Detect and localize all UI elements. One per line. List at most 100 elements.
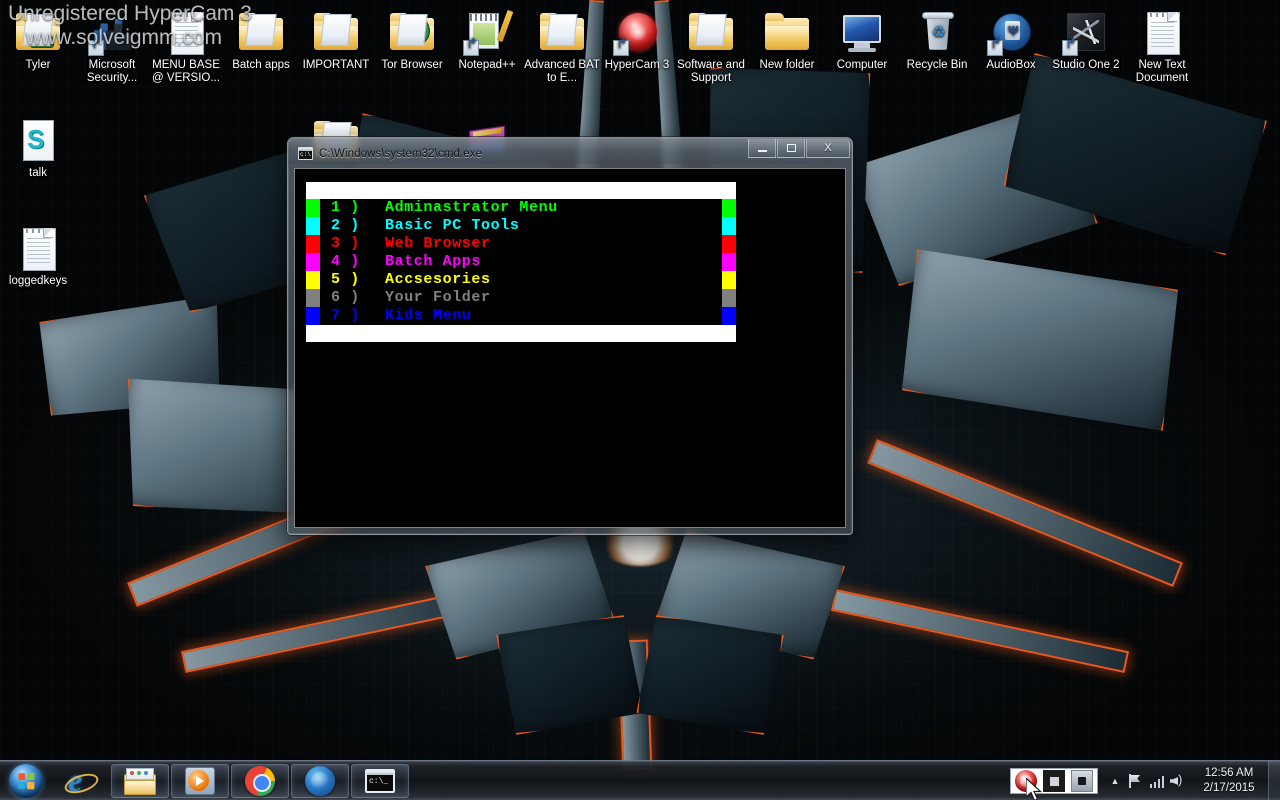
desktop-icon-advanced-bat-to-exe[interactable]: Advanced BAT to E... [524, 8, 600, 85]
icon-label: New Text Document [1135, 59, 1189, 84]
menu-item-text: 6 ) Your Folder [320, 289, 722, 307]
desktop-icon-loggedkeys[interactable]: loggedkeys [0, 224, 76, 288]
clock-time: 12:56 AM [1204, 767, 1254, 779]
menu-item-text: 5 ) Accsesories [320, 271, 722, 289]
internet-explorer-icon [65, 762, 95, 799]
icon-label: Tor Browser [381, 59, 443, 71]
desktop-icon-menu-base[interactable]: MENU BASE @ VERSIO... [148, 8, 224, 85]
taskbar[interactable]: ▲ 12:56 AM 2/17/2015 [0, 760, 1280, 800]
taskbar-item-internet-explorer[interactable] [51, 762, 109, 799]
stop-icon[interactable] [1043, 770, 1065, 792]
desktop-icon-batch-apps[interactable]: Batch apps [223, 8, 299, 72]
menu-item-color-swatch-right [722, 199, 736, 217]
menu-item-2[interactable]: 2 ) Basic PC Tools [306, 217, 736, 235]
desktop[interactable]: Unregistered HyperCam 3 www.solveigmm.co… [0, 0, 1280, 800]
desktop-icon-software-and-support[interactable]: Software and Support [673, 8, 749, 85]
icon-label: loggedkeys [8, 275, 68, 287]
menu-item-text: 1 ) Adminastrator Menu [320, 199, 722, 217]
maximize-button[interactable] [777, 139, 805, 158]
system-tray[interactable]: ▲ 12:56 AM 2/17/2015 [1010, 761, 1280, 800]
desktop-icon-tor-browser[interactable]: Tor Browser [374, 8, 450, 72]
desktop-icon-audiobox[interactable]: Ψ AudioBox [973, 8, 1049, 72]
security-shield-icon [88, 8, 136, 56]
media-player-icon [185, 766, 215, 795]
action-center-flag-icon[interactable] [1124, 769, 1146, 793]
close-button[interactable]: X [806, 139, 850, 158]
menu-item-number: 3 ) [331, 235, 360, 252]
menu-item-4[interactable]: 4 ) Batch Apps [306, 253, 736, 271]
desktop-icon-recycle-bin[interactable]: ♻ Recycle Bin [899, 8, 975, 72]
taskbar-item-google-chrome[interactable] [231, 763, 289, 798]
menu-item-label: Your Folder [385, 289, 491, 306]
cmd-app-icon [298, 147, 313, 160]
hypercam-tray-toolbar[interactable] [1010, 768, 1098, 794]
volume-icon[interactable] [1168, 769, 1190, 793]
menu-item-text: 7 ) Kids Menu [320, 307, 722, 325]
firefox-icon [305, 765, 335, 796]
icon-label: Recycle Bin [906, 59, 968, 71]
network-icon[interactable] [1146, 769, 1168, 793]
cmd-window[interactable]: C:\Windows\system32\cmd.exe X 1 ) Adminas… [287, 137, 853, 535]
menu-item-6[interactable]: 6 ) Your Folder [306, 289, 736, 307]
menu-item-label: Web Browser [385, 235, 491, 252]
menu-item-number: 5 ) [331, 271, 360, 288]
menu-item-color-swatch-left [306, 235, 320, 253]
desktop-icon-studio-one-2[interactable]: Studio One 2 [1048, 8, 1124, 72]
show-desktop-button[interactable] [1268, 761, 1280, 800]
menu-item-color-swatch-right [722, 217, 736, 235]
icon-label: Microsoft Security... [86, 59, 138, 84]
desktop-icon-important[interactable]: IMPORTANT [298, 8, 374, 72]
desktop-icon-new-folder[interactable]: New folder [749, 8, 825, 72]
menu-item-3[interactable]: 3 ) Web Browser [306, 235, 736, 253]
clock[interactable]: 12:56 AM 2/17/2015 [1190, 766, 1268, 796]
taskbar-item-firefox[interactable] [291, 763, 349, 798]
menu-item-color-swatch-right [722, 253, 736, 271]
desktop-icon-new-text-document[interactable]: New Text Document [1124, 8, 1200, 85]
clock-date: 2/17/2015 [1203, 782, 1255, 794]
taskbar-item-windows-media-player[interactable] [171, 763, 229, 798]
menu-item-text: 2 ) Basic PC Tools [320, 217, 722, 235]
window-controls[interactable]: X [748, 139, 850, 158]
icon-label: AudioBox [986, 59, 1036, 71]
desktop-icon-microsoft-security[interactable]: Microsoft Security... [74, 8, 150, 85]
menu-item-label: Adminastrator Menu [385, 199, 558, 216]
recycle-bin-icon: ♻ [913, 8, 961, 56]
menu-item-number: 6 ) [331, 289, 360, 306]
menu-item-text: 4 ) Batch Apps [320, 253, 722, 271]
console-output-area[interactable]: 1 ) Adminastrator Menu 2 ) Basic PC Tools 3 … [294, 168, 846, 528]
desktop-icon-talk[interactable]: S talk [0, 116, 76, 180]
desktop-icon-tyler[interactable]: Tyler [0, 8, 76, 72]
menu-item-color-swatch-right [722, 271, 736, 289]
icon-label: New folder [759, 59, 815, 71]
minimize-button[interactable] [748, 139, 776, 158]
menu-item-number: 7 ) [331, 307, 360, 324]
folder-icon [312, 8, 360, 56]
icon-label: talk [29, 167, 47, 179]
menu-item-label: Basic PC Tools [385, 217, 520, 234]
start-button[interactable] [3, 763, 49, 799]
folder-icon [687, 8, 735, 56]
menu-item-color-swatch-left [306, 289, 320, 307]
menu-item-7[interactable]: 7 ) Kids Menu [306, 307, 736, 325]
desktop-icon-computer[interactable]: Computer [824, 8, 900, 72]
desktop-icon-notepad-plus-plus[interactable]: Notepad++ [449, 8, 525, 72]
taskbar-item-windows-explorer[interactable] [111, 763, 169, 798]
menu-item-number: 1 ) [331, 199, 360, 216]
folder-globe-icon [388, 8, 436, 56]
menu-item-5[interactable]: 5 ) Accsesories [306, 271, 736, 289]
icon-label: Software and Support [677, 59, 745, 84]
cmd-title-bar[interactable]: C:\Windows\system32\cmd.exe X [288, 138, 852, 164]
notepad-plus-plus-icon [463, 8, 514, 56]
menu-item-color-swatch-right [722, 235, 736, 253]
menu-item-color-swatch-right [722, 307, 736, 325]
menu-item-1[interactable]: 1 ) Adminastrator Menu [306, 199, 736, 217]
show-hidden-icons-chevron-icon[interactable]: ▲ [1106, 776, 1124, 786]
menu-item-color-swatch-right [722, 289, 736, 307]
record-icon[interactable] [1015, 770, 1037, 792]
pause-icon[interactable] [1071, 770, 1093, 792]
taskbar-item-command-prompt[interactable] [351, 763, 409, 798]
menu-item-color-swatch-left [306, 271, 320, 289]
menu-item-color-swatch-left [306, 307, 320, 325]
desktop-icon-hypercam-3[interactable]: HyperCam 3 [599, 8, 675, 72]
document-icon [162, 8, 210, 56]
